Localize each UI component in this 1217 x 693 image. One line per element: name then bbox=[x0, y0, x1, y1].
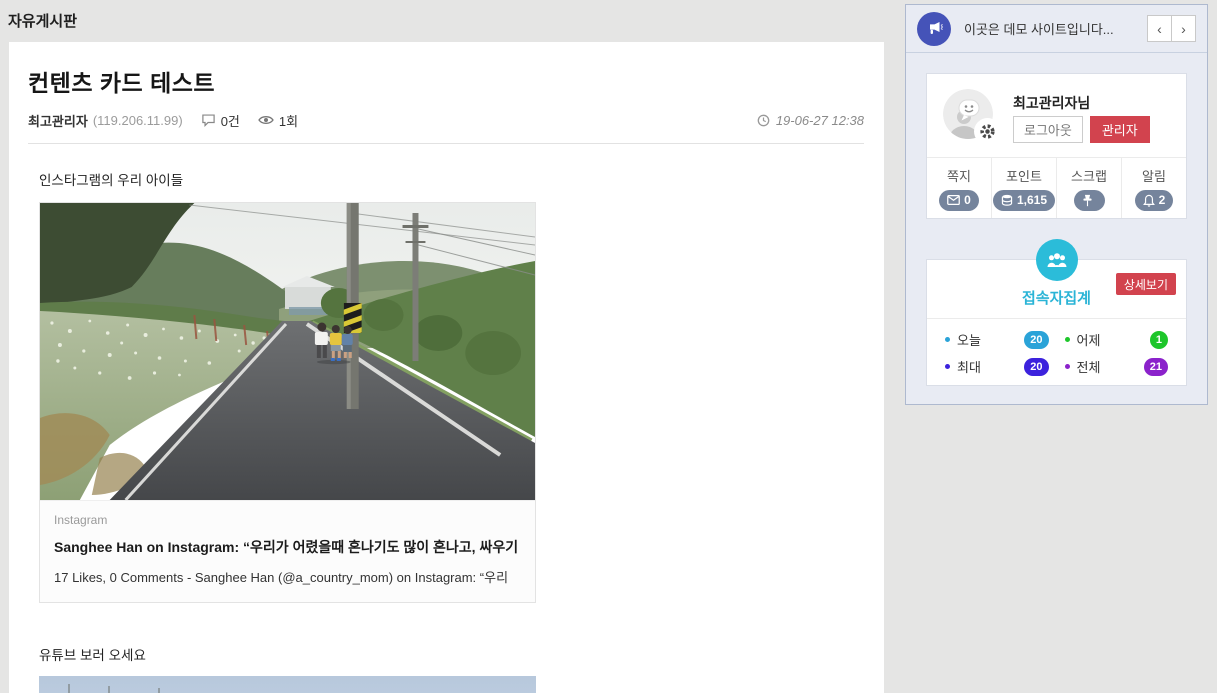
megaphone-badge bbox=[917, 12, 951, 46]
clock-icon bbox=[757, 114, 770, 127]
count-badge: 20 bbox=[1024, 331, 1048, 349]
dot-icon bbox=[945, 337, 950, 342]
dot-icon bbox=[1065, 364, 1070, 369]
instagram-link-title[interactable]: Sanghee Han on Instagram: “우리가 어렸을때 혼나기도… bbox=[54, 537, 521, 557]
instagram-embed-card[interactable]: Instagram Sanghee Han on Instagram: “우리가… bbox=[39, 202, 536, 603]
notice-banner: 이곳은 데모 사이트입니다... ‹ › bbox=[906, 5, 1207, 53]
visitor-detail-button[interactable]: 상세보기 bbox=[1116, 273, 1176, 295]
pin-icon bbox=[1082, 194, 1093, 207]
instagram-photo[interactable] bbox=[40, 203, 535, 500]
youtube-thumbnail[interactable] bbox=[39, 676, 536, 693]
stat-point[interactable]: 포인트 1,615 bbox=[991, 158, 1056, 218]
comment-icon bbox=[201, 113, 216, 127]
logout-button[interactable]: 로그아웃 bbox=[1013, 116, 1083, 143]
post-date: 19-06-27 12:38 bbox=[757, 113, 864, 128]
coins-icon bbox=[1001, 194, 1013, 206]
stat-scrap[interactable]: 스크랩 bbox=[1056, 158, 1121, 218]
user-name: 최고관리자님 bbox=[1013, 93, 1090, 113]
user-buttons: 로그아웃 관리자 bbox=[1013, 116, 1150, 143]
dot-icon bbox=[945, 364, 950, 369]
notice-link[interactable]: 이곳은 데모 사이트입니다... bbox=[964, 19, 1114, 38]
stat-memo[interactable]: 쪽지 0 bbox=[927, 158, 991, 218]
instagram-source-label: Instagram bbox=[54, 513, 521, 527]
mail-icon bbox=[947, 195, 960, 205]
dot-icon bbox=[1065, 337, 1070, 342]
board-title-link[interactable]: 자유게시판 bbox=[8, 10, 77, 31]
post-text-line: 인스타그램의 우리 아이들 bbox=[39, 169, 864, 189]
admin-button[interactable]: 관리자 bbox=[1090, 116, 1150, 143]
notice-next-button[interactable]: › bbox=[1171, 15, 1196, 42]
bell-icon bbox=[1143, 194, 1155, 207]
post-comments-count: 0건 bbox=[221, 111, 240, 130]
page-root: 자유게시판 컨텐츠 카드 테스트 최고관리자 (119.206.11.99) 0… bbox=[0, 0, 1217, 693]
instagram-caption: Instagram Sanghee Han on Instagram: “우리가… bbox=[40, 500, 535, 602]
count-badge: 21 bbox=[1144, 358, 1168, 376]
instagram-description: 17 Likes, 0 Comments - Sanghee Han (@a_c… bbox=[54, 567, 521, 586]
count-badge: 20 bbox=[1024, 358, 1048, 376]
notice-prev-button[interactable]: ‹ bbox=[1147, 15, 1172, 42]
memo-badge: 0 bbox=[939, 190, 979, 211]
post-comments: 0건 bbox=[201, 111, 240, 130]
gear-icon bbox=[979, 123, 996, 140]
alarm-badge: 2 bbox=[1135, 190, 1174, 211]
user-info-card: 최고관리자님 로그아웃 관리자 쪽지 0 포인트 bbox=[926, 73, 1187, 219]
post-meta-row: 최고관리자 (119.206.11.99) 0건 1회 19-06-27 12:… bbox=[28, 111, 864, 130]
post-author-link[interactable]: 최고관리자 bbox=[28, 111, 88, 130]
visitor-stat-max: 최대 20 bbox=[945, 357, 1049, 376]
post-divider bbox=[28, 143, 864, 144]
post-body: 인스타그램의 우리 아이들 bbox=[39, 169, 864, 693]
megaphone-icon bbox=[926, 21, 943, 36]
user-stats-row: 쪽지 0 포인트 1,615 스크랩 bbox=[927, 157, 1186, 218]
post-author-ip: (119.206.11.99) bbox=[93, 113, 183, 128]
post-text-line: 유튜브 보러 오세요 bbox=[39, 644, 864, 664]
post-views-count: 1회 bbox=[279, 111, 298, 130]
post-views: 1회 bbox=[258, 111, 298, 130]
count-badge: 1 bbox=[1150, 331, 1168, 349]
scrap-badge bbox=[1074, 190, 1105, 211]
post-date-text: 19-06-27 12:38 bbox=[776, 113, 864, 128]
visitor-stat-today: 오늘 20 bbox=[945, 330, 1049, 349]
people-icon bbox=[1046, 252, 1068, 268]
visitor-stat-yesterday: 어제 1 bbox=[1065, 330, 1169, 349]
user-info-top: 최고관리자님 로그아웃 관리자 bbox=[927, 74, 1186, 158]
visitor-stat-total: 전체 21 bbox=[1065, 357, 1169, 376]
post-title: 컨텐츠 카드 테스트 bbox=[28, 70, 864, 98]
profile-settings-button[interactable] bbox=[974, 118, 1001, 145]
notice-pager: ‹ › bbox=[1147, 15, 1196, 42]
visitor-stats-card: 접속자집계 상세보기 오늘 20 어제 1 최대 20 bbox=[926, 259, 1187, 386]
visitor-stats-grid: 오늘 20 어제 1 최대 20 전체 21 bbox=[927, 318, 1186, 385]
stat-alarm[interactable]: 알림 2 bbox=[1121, 158, 1186, 218]
visitors-badge bbox=[1036, 239, 1078, 281]
eye-icon bbox=[258, 114, 274, 126]
post-card: 컨텐츠 카드 테스트 최고관리자 (119.206.11.99) 0건 1회 1… bbox=[9, 42, 884, 693]
sidebar-panel: 이곳은 데모 사이트입니다... ‹ › bbox=[905, 4, 1208, 405]
point-badge: 1,615 bbox=[993, 190, 1055, 211]
